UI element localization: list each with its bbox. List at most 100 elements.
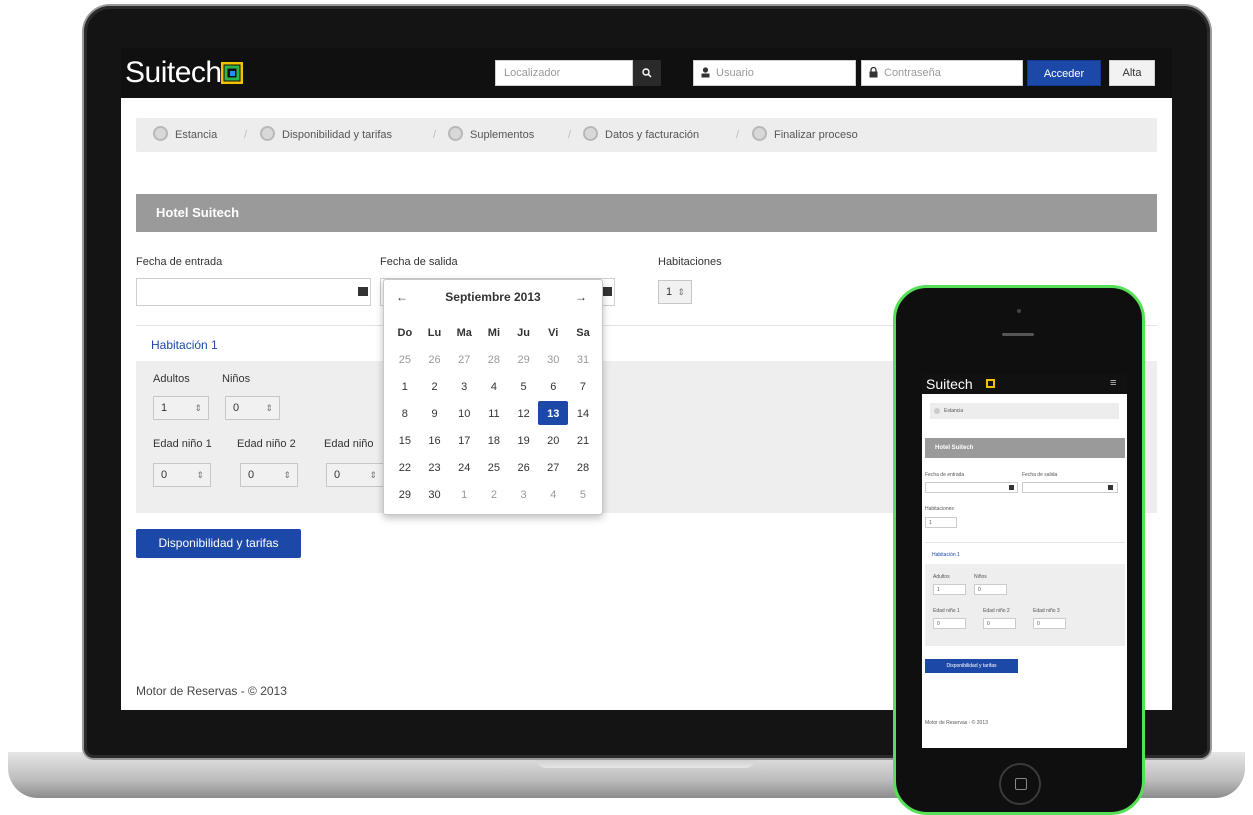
step-stay[interactable]: Estancia: [153, 118, 217, 152]
phone-checkout-label: Fecha de salida: [1022, 472, 1058, 478]
calendar-icon[interactable]: [602, 287, 612, 296]
datepicker-day[interactable]: 2: [479, 482, 509, 509]
datepicker-day[interactable]: 21: [568, 428, 598, 455]
datepicker-day[interactable]: 3: [449, 374, 479, 401]
datepicker-day[interactable]: 25: [390, 347, 420, 374]
datepicker-day[interactable]: 3: [509, 482, 539, 509]
datepicker-day[interactable]: 5: [509, 374, 539, 401]
availability-button[interactable]: Disponibilidad y tarifas: [136, 529, 301, 558]
datepicker-day[interactable]: 5: [568, 482, 598, 509]
calendar-icon[interactable]: [1108, 485, 1113, 490]
datepicker-day[interactable]: 28: [479, 347, 509, 374]
search-button[interactable]: [633, 60, 661, 86]
phone-children-select[interactable]: 0: [974, 584, 1007, 595]
children-select[interactable]: 0 ⇕: [225, 396, 280, 420]
phone-availability-button[interactable]: Disponibilidad y tarifas: [925, 659, 1018, 673]
phone-checkin-field[interactable]: [925, 482, 1018, 493]
phone-breadcrumb: Estancia: [930, 403, 1119, 419]
step-circle-icon: [583, 126, 598, 141]
child-age-select-2[interactable]: 0 ⇕: [240, 463, 298, 487]
datepicker-day[interactable]: 7: [568, 374, 598, 401]
datepicker-day[interactable]: 1: [449, 482, 479, 509]
datepicker-day[interactable]: 27: [538, 455, 568, 482]
datepicker-selected-day[interactable]: 13: [538, 401, 569, 425]
phone-child-age-select-3[interactable]: 0: [1033, 618, 1066, 629]
phone-adults-select[interactable]: 1: [933, 584, 966, 595]
phone-frame: Suitech ≡ Estancia Hotel Suitech Fecha d…: [893, 285, 1145, 815]
datepicker-day[interactable]: 2: [420, 374, 450, 401]
datepicker-day[interactable]: 29: [390, 482, 420, 509]
phone-step-stay[interactable]: Estancia: [944, 408, 963, 414]
datepicker-day[interactable]: 27: [449, 347, 479, 374]
datepicker-day[interactable]: 17: [449, 428, 479, 455]
datepicker-day[interactable]: 25: [479, 455, 509, 482]
datepicker-day[interactable]: 18: [479, 428, 509, 455]
datepicker-day[interactable]: 28: [568, 455, 598, 482]
datepicker-day[interactable]: 23: [420, 455, 450, 482]
datepicker-day[interactable]: 31: [568, 347, 598, 374]
rooms-select[interactable]: 1 ⇕: [658, 280, 692, 304]
prev-month-arrow-icon[interactable]: ←: [396, 290, 408, 304]
step-billing[interactable]: Datos y facturación: [583, 118, 699, 152]
datepicker-day[interactable]: 16: [420, 428, 450, 455]
password-input[interactable]: Contraseña: [861, 60, 1023, 86]
datepicker-week-row: 22 23 24 25 26 27 28: [390, 455, 598, 482]
datepicker-day[interactable]: 15: [390, 428, 420, 455]
footer-text: Motor de Reservas - © 2013: [136, 684, 287, 698]
datepicker-popup: ← Septiembre 2013 → Do Lu Ma Mi Ju Vi Sa 25 26 27…: [383, 279, 603, 515]
select-arrow-icon: ⇕: [196, 470, 204, 480]
step-circle-icon: [153, 126, 168, 141]
datepicker-day[interactable]: 29: [509, 347, 539, 374]
step-availability[interactable]: Disponibilidad y tarifas: [260, 118, 392, 152]
select-arrow-icon: ⇕: [283, 470, 291, 480]
phone-footer-text: Motor de Reservas - © 2013: [925, 720, 988, 726]
calendar-icon[interactable]: [358, 287, 368, 296]
datepicker-day[interactable]: 20: [538, 428, 568, 455]
menu-icon[interactable]: ≡: [1110, 377, 1116, 389]
datepicker-day[interactable]: 10: [449, 401, 479, 428]
datepicker-day[interactable]: 22: [390, 455, 420, 482]
phone-child-age-select-1[interactable]: 0: [933, 618, 966, 629]
datepicker-day[interactable]: 12: [509, 401, 539, 428]
datepicker-day[interactable]: 11: [479, 401, 509, 428]
phone-screen: Suitech ≡ Estancia Hotel Suitech Fecha d…: [922, 374, 1127, 748]
phone-checkout-field[interactable]: [1022, 482, 1118, 493]
datepicker-day[interactable]: 19: [509, 428, 539, 455]
calendar-icon[interactable]: [1009, 485, 1014, 490]
user-input[interactable]: Usuario: [693, 60, 856, 86]
datepicker-week-row: 15 16 17 18 19 20 21: [390, 428, 598, 455]
datepicker-day[interactable]: 26: [420, 347, 450, 374]
datepicker-day[interactable]: 6: [538, 374, 568, 401]
datepicker-day[interactable]: 9: [420, 401, 450, 428]
phone-brand-logo[interactable]: Suitech: [926, 376, 973, 392]
step-circle-icon: [260, 126, 275, 141]
datepicker-day[interactable]: 14: [568, 401, 598, 428]
datepicker-day[interactable]: 4: [538, 482, 568, 509]
phone-rooms-select[interactable]: 1: [925, 517, 957, 528]
datepicker-header: ← Septiembre 2013 →: [384, 290, 602, 310]
datepicker-day[interactable]: 1: [390, 374, 420, 401]
step-supplements[interactable]: Suplementos: [448, 118, 534, 152]
datepicker-grid: Do Lu Ma Mi Ju Vi Sa 25 26 27 28 29 30 31 1 2 3 4 5 6 7 8 9 10 1…: [390, 320, 598, 509]
checkin-date-field[interactable]: [136, 278, 371, 306]
datepicker-day[interactable]: 4: [479, 374, 509, 401]
login-button[interactable]: Acceder: [1027, 60, 1101, 86]
child-age-select-3[interactable]: 0 ⇕: [326, 463, 384, 487]
lock-icon: [869, 67, 878, 78]
locator-input[interactable]: Localizador: [495, 60, 633, 86]
child-age-select-1[interactable]: 0 ⇕: [153, 463, 211, 487]
phone-child-age-select-2[interactable]: 0: [983, 618, 1016, 629]
datepicker-day[interactable]: 24: [449, 455, 479, 482]
brand-logo[interactable]: Suitech: [125, 56, 222, 90]
step-finish[interactable]: Finalizar proceso: [752, 118, 858, 152]
phone-home-button[interactable]: [999, 763, 1041, 805]
datepicker-day[interactable]: 26: [509, 455, 539, 482]
signup-button[interactable]: Alta: [1109, 60, 1155, 86]
datepicker-day[interactable]: 30: [420, 482, 450, 509]
datepicker-day[interactable]: 30: [538, 347, 568, 374]
search-icon: [642, 68, 652, 78]
next-month-arrow-icon[interactable]: →: [575, 290, 587, 304]
adults-select[interactable]: 1 ⇕: [153, 396, 209, 420]
child-age-label-1: Edad niño 1: [153, 438, 212, 450]
datepicker-day[interactable]: 8: [390, 401, 420, 428]
